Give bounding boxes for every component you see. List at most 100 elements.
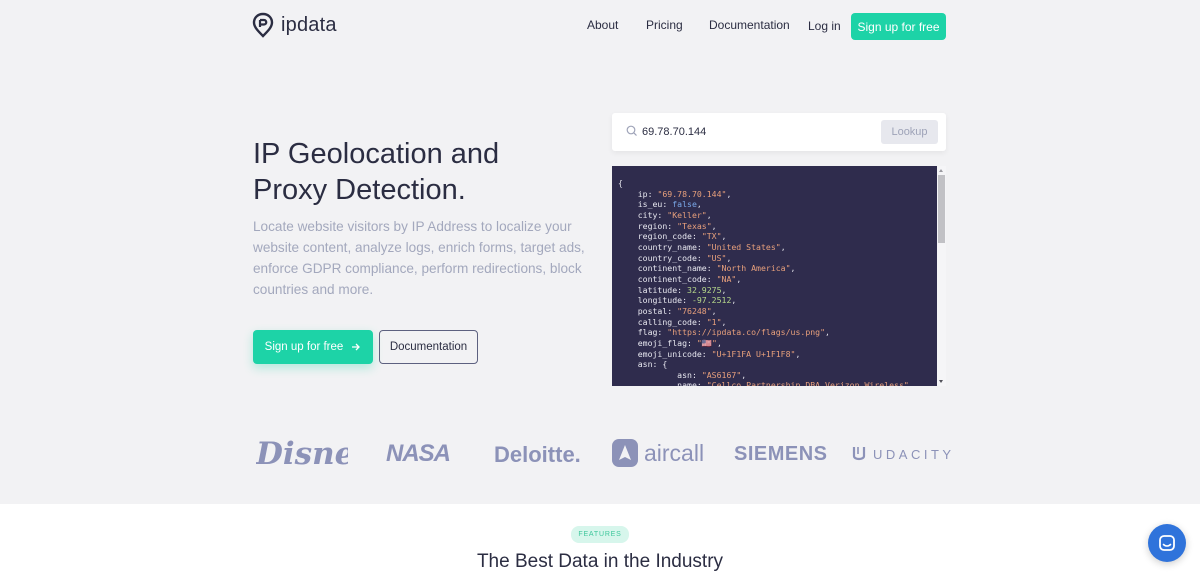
features-badge: FEATURES [571, 526, 629, 543]
nav-login[interactable]: Log in [808, 19, 841, 33]
json-line: calling_code: "1", [637, 316, 727, 327]
json-line: emoji_flag: "🇺🇸", [637, 337, 722, 348]
json-key: region_code: [637, 231, 702, 242]
json-value: "NA" [716, 273, 737, 284]
arrow-right-icon [352, 343, 361, 351]
json-line: longitude: -97.2512, [637, 295, 737, 306]
json-line: region: "Texas", [637, 220, 717, 231]
chat-launcher-button[interactable] [1148, 524, 1186, 562]
json-line: asn: { [618, 359, 931, 370]
deloitte-logo: Deloitte. [494, 442, 581, 467]
map-pin-logo-icon [252, 12, 274, 38]
json-line: name: "Cellco Partnership DBA Verizon Wi… [618, 380, 931, 386]
json-line: country_name: "United States", [637, 241, 786, 252]
json-line: continent_name: "North America", [637, 263, 796, 274]
ipdata-logo[interactable]: ipdata [252, 12, 337, 38]
json-line: ip: "69.78.70.144", [637, 188, 732, 199]
chat-icon [1159, 535, 1175, 551]
json-key: country_name: [637, 241, 707, 252]
json-key: continent_code: [637, 273, 717, 284]
json-key: name: [677, 380, 707, 386]
nasa-logo: NASA [386, 440, 451, 467]
json-value: "North America" [716, 263, 791, 274]
features-title: The Best Data in the Industry [476, 551, 724, 572]
nav-signup-button[interactable]: Sign up for free [851, 13, 946, 40]
json-value: "🇺🇸" [696, 337, 717, 348]
json-value: { [662, 359, 668, 370]
json-value: "US" [706, 252, 727, 263]
scroll-down-arrow-icon[interactable] [939, 380, 943, 383]
hero-title-line-2: Proxy Detection. [253, 174, 466, 206]
json-key: continent_name: [637, 263, 717, 274]
json-key: city: [637, 209, 668, 220]
aircall-logo-text: aircall [644, 439, 705, 466]
ip-lookup-bar: Lookup [612, 113, 946, 151]
json-line: postal: "76248", [637, 305, 717, 316]
json-line: city: "Keller", [637, 209, 712, 220]
json-open-brace: { [618, 178, 623, 188]
disney-logo-text: Disney [256, 436, 348, 472]
json-value: 32.9275 [687, 284, 722, 295]
hero-title: IP Geolocation and Proxy Detection. [253, 136, 593, 208]
json-value: "1" [706, 316, 722, 327]
json-key: country_code: [637, 252, 707, 263]
disney-logo: Disney [256, 432, 348, 474]
json-value: "Texas" [677, 220, 712, 231]
json-response-text: { ip: "69.78.70.144", is_eu: false, city… [618, 178, 931, 386]
udacity-logo-text: UDACITY [873, 446, 955, 462]
json-value: "U+1F1FA U+1F1F8" [711, 348, 796, 359]
ip-address-input[interactable] [642, 113, 882, 151]
brand-name: ipdata [281, 13, 337, 36]
json-key: flag: [637, 327, 668, 338]
top-navigation: ipdata About Pricing Documentation Log i… [0, 0, 1200, 52]
hero-documentation-button[interactable]: Documentation [379, 330, 478, 364]
features-section: FEATURES The Best Data in the Industry [0, 504, 1200, 574]
json-value: "TX" [701, 231, 722, 242]
customer-logos: Disney NASA Deloitte. aircall SIEMENS UD… [0, 430, 1200, 480]
lookup-button[interactable]: Lookup [881, 120, 938, 144]
json-key: latitude: [637, 284, 688, 295]
scroll-thumb[interactable] [938, 175, 945, 243]
json-value: "Cellco Partnership DBA Verizon Wireless… [706, 380, 909, 386]
json-line: latitude: 32.9275, [637, 284, 727, 295]
hero-signup-label: Sign up for free [264, 341, 344, 353]
json-key: is_eu: [637, 199, 673, 210]
json-value: "https://ipdata.co/flags/us.png" [667, 327, 826, 338]
json-panel-scrollbar[interactable] [937, 166, 946, 386]
hero-signup-button[interactable]: Sign up for free [253, 330, 373, 364]
udacity-mark-icon [852, 447, 866, 461]
scroll-up-arrow-icon[interactable] [939, 169, 943, 172]
json-key: asn: [637, 359, 663, 370]
nav-pricing[interactable]: Pricing [646, 18, 683, 32]
json-line: region_code: "TX", [637, 231, 727, 242]
json-value: "76248" [677, 305, 712, 316]
aircall-mark-icon [612, 439, 638, 467]
json-value: "69.78.70.144" [657, 188, 727, 199]
json-key: postal: [637, 305, 678, 316]
json-value: "AS6167" [701, 369, 742, 380]
json-key: emoji_unicode: [637, 348, 712, 359]
json-line: is_eu: false, [637, 199, 702, 210]
json-value: "United States" [706, 241, 781, 252]
hero-description: Locate website visitors by IP Address to… [253, 219, 585, 297]
json-key: calling_code: [637, 316, 707, 327]
nav-about[interactable]: About [587, 18, 618, 32]
udacity-logo: UDACITY [851, 445, 955, 463]
json-line: country_code: "US", [637, 252, 732, 263]
json-value: "Keller" [667, 209, 707, 220]
json-key: region: [637, 220, 678, 231]
nav-documentation[interactable]: Documentation [709, 18, 790, 32]
json-value: false [672, 199, 697, 210]
siemens-logo: SIEMENS [734, 443, 828, 465]
json-key: asn: [677, 369, 702, 380]
aircall-logo: aircall [612, 439, 704, 467]
search-icon [626, 125, 637, 136]
json-key: longitude: [637, 295, 692, 306]
json-line: asn: "AS6167", [677, 369, 747, 380]
hero-title-line-1: IP Geolocation and [253, 138, 500, 170]
json-line: emoji_unicode: "U+1F1FA U+1F1F8", [637, 348, 801, 359]
json-key: emoji_flag: [637, 337, 697, 348]
json-key: ip: [637, 188, 658, 199]
json-response-panel: { ip: "69.78.70.144", is_eu: false, city… [612, 166, 937, 386]
json-value: -97.2512 [691, 295, 732, 306]
